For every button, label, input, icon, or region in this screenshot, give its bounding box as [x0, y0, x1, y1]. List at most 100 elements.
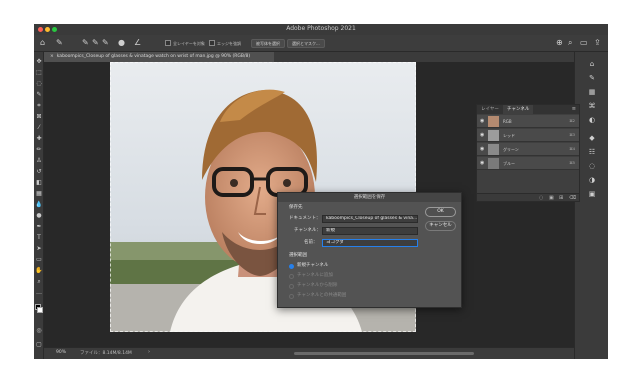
channel-shortcut: ⌘5	[569, 161, 575, 165]
brush-tool-icon[interactable]: ✏	[35, 146, 43, 154]
save-selection-dialog: 選択範囲を保存 保存先 ドキュメント： kaboompics_Closeup o…	[277, 192, 462, 308]
auto-enhance-label: エッジを強調	[217, 41, 241, 46]
quick-selection-tool-icon[interactable]: ✎	[35, 91, 43, 99]
name-field[interactable]: ヨコクダ	[322, 239, 418, 247]
document-tab-label: kaboompics_Closeup of glasses & vinatage…	[56, 54, 251, 59]
lasso-tool-icon[interactable]: ◌	[35, 80, 43, 88]
eraser-tool-icon[interactable]: ◧	[35, 179, 43, 187]
path-selection-tool-icon[interactable]: ➤	[35, 245, 43, 253]
channels-icon[interactable]: ☷	[588, 148, 596, 156]
workspace-icon[interactable]: ▭	[580, 39, 588, 47]
history-icon[interactable]: ⌂	[588, 60, 596, 68]
document-select[interactable]: kaboompics_Closeup of glasses & vina...	[322, 215, 418, 223]
hand-tool-icon[interactable]: ✋	[35, 267, 43, 275]
document-tab[interactable]: × kaboompics_Closeup of glasses & vinatag…	[44, 52, 274, 62]
eyedropper-tool-icon[interactable]: ⁄	[35, 124, 43, 132]
channels-panel: レイヤー チャンネル ≡ ◉ RGB ⌘2 ◉ レッド ⌘3 ◉ グリーン ⌘4…	[476, 104, 580, 202]
zoom-tool-icon[interactable]: ⌕	[35, 278, 43, 286]
select-subject-button[interactable]: 被写体を選択	[251, 39, 285, 48]
quick-selection-tool-icon[interactable]: ✎	[56, 39, 63, 47]
background-color-swatch[interactable]	[37, 307, 43, 313]
brush-settings-icon[interactable]: ✎	[588, 74, 596, 82]
channel-row-green[interactable]: ◉ グリーン ⌘4	[477, 143, 579, 156]
history-brush-tool-icon[interactable]: ↺	[35, 168, 43, 176]
intersect-channel-radio[interactable]	[289, 294, 294, 299]
adjustments-icon[interactable]: ◐	[588, 116, 596, 124]
rectangle-tool-icon[interactable]: ▭	[35, 256, 43, 264]
auto-enhance-checkbox[interactable]	[209, 40, 215, 46]
new-channel-icon[interactable]: ⊞	[559, 195, 563, 201]
search-icon[interactable]: ⌕	[568, 39, 572, 47]
move-tool-icon[interactable]: ✥	[35, 58, 43, 66]
blur-tool-icon[interactable]: 💧	[35, 201, 43, 209]
document-label: ドキュメント：	[289, 216, 321, 221]
panel-tabs: レイヤー チャンネル ≡	[477, 105, 579, 114]
save-selection-icon[interactable]: ▣	[549, 195, 554, 201]
brush-size-icon[interactable]: ●	[118, 39, 125, 47]
channel-row-rgb[interactable]: ◉ RGB ⌘2	[477, 115, 579, 128]
channel-row-red[interactable]: ◉ レッド ⌘3	[477, 129, 579, 142]
clone-stamp-tool-icon[interactable]: ♙	[35, 157, 43, 165]
marquee-tool-icon[interactable]: ⬚	[35, 69, 43, 77]
subtract-from-selection-icon[interactable]: ✎	[102, 39, 109, 47]
add-to-channel-radio[interactable]	[289, 274, 294, 279]
status-menu-icon[interactable]: ›	[148, 349, 150, 355]
channel-thumbnail	[488, 116, 499, 127]
panel-menu-icon[interactable]: ≡	[572, 106, 576, 112]
visibility-eye-icon[interactable]: ◉	[480, 118, 484, 124]
visibility-eye-icon[interactable]: ◉	[480, 132, 484, 138]
horizontal-scrollbar[interactable]	[294, 352, 474, 355]
new-selection-icon[interactable]: ✎	[82, 39, 89, 47]
tab-layers[interactable]: レイヤー	[477, 105, 503, 114]
operation-heading: 選択範囲	[289, 253, 307, 258]
channel-select[interactable]: 新規	[322, 227, 418, 235]
zoom-level[interactable]: 90%	[56, 350, 66, 355]
paths-icon[interactable]: ◌	[588, 162, 596, 170]
channel-row-blue[interactable]: ◉ ブルー ⌘5	[477, 157, 579, 170]
channel-thumbnail	[488, 130, 499, 141]
healing-brush-tool-icon[interactable]: ✚	[35, 135, 43, 143]
channel-shortcut: ⌘3	[569, 133, 575, 137]
sample-all-layers-label: 全レイヤーを対象	[173, 41, 205, 46]
close-tab-icon[interactable]: ×	[50, 54, 54, 59]
gradient-tool-icon[interactable]: ▦	[35, 190, 43, 198]
visibility-eye-icon[interactable]: ◉	[480, 146, 484, 152]
channel-name: レッド	[503, 133, 515, 138]
visibility-eye-icon[interactable]: ◉	[480, 160, 484, 166]
tab-channels[interactable]: チャンネル	[503, 105, 534, 114]
home-icon[interactable]: ⌂	[40, 39, 45, 47]
delete-channel-icon[interactable]: ⌫	[569, 195, 576, 201]
libraries-icon[interactable]: ⌘	[588, 102, 596, 110]
select-and-mask-button[interactable]: 選択とマスク...	[287, 39, 325, 48]
pen-tool-icon[interactable]: ✒	[35, 223, 43, 231]
info-icon[interactable]: ▣	[588, 190, 596, 198]
ok-button[interactable]: OK	[425, 207, 456, 217]
swatches-icon[interactable]: ▦	[588, 88, 596, 96]
share-export-icon[interactable]: ⇪	[594, 39, 601, 47]
channel-thumbnail	[488, 144, 499, 155]
frame-tool-icon[interactable]: ⊠	[35, 113, 43, 121]
sample-all-layers-checkbox[interactable]	[165, 40, 171, 46]
name-label: 名前：	[304, 240, 318, 245]
subtract-from-channel-radio[interactable]	[289, 284, 294, 289]
share-icon[interactable]: ⊕	[556, 39, 563, 47]
file-info: ファイル：8.14M/8.14M	[80, 351, 132, 356]
cancel-button[interactable]: キャンセル	[425, 221, 456, 231]
more-tools-icon[interactable]: …	[35, 289, 43, 297]
new-channel-radio[interactable]	[289, 264, 294, 269]
channel-name: ブルー	[503, 161, 515, 166]
right-panel-dock: ⌂ ✎ ▦ ⌘ ◐ ◆ ☷ ◌ ◑ ▣	[574, 52, 608, 359]
crop-tool-icon[interactable]: ⌗	[35, 102, 43, 110]
properties-icon[interactable]: ◑	[588, 176, 596, 184]
type-tool-icon[interactable]: T	[35, 234, 43, 242]
load-selection-icon[interactable]: ◌	[539, 195, 543, 201]
dodge-tool-icon[interactable]: ●	[35, 212, 43, 220]
quick-mask-icon[interactable]: ◎	[35, 327, 43, 335]
add-to-selection-icon[interactable]: ✎	[92, 39, 99, 47]
angle-icon[interactable]: ∠	[134, 39, 141, 47]
layers-icon[interactable]: ◆	[588, 134, 596, 142]
app-title: Adobe Photoshop 2021	[286, 25, 356, 32]
channel-name: グリーン	[503, 147, 519, 152]
screen-mode-icon[interactable]: ▢	[35, 341, 43, 349]
panel-footer: ◌ ▣ ⊞ ⌫	[477, 193, 579, 201]
